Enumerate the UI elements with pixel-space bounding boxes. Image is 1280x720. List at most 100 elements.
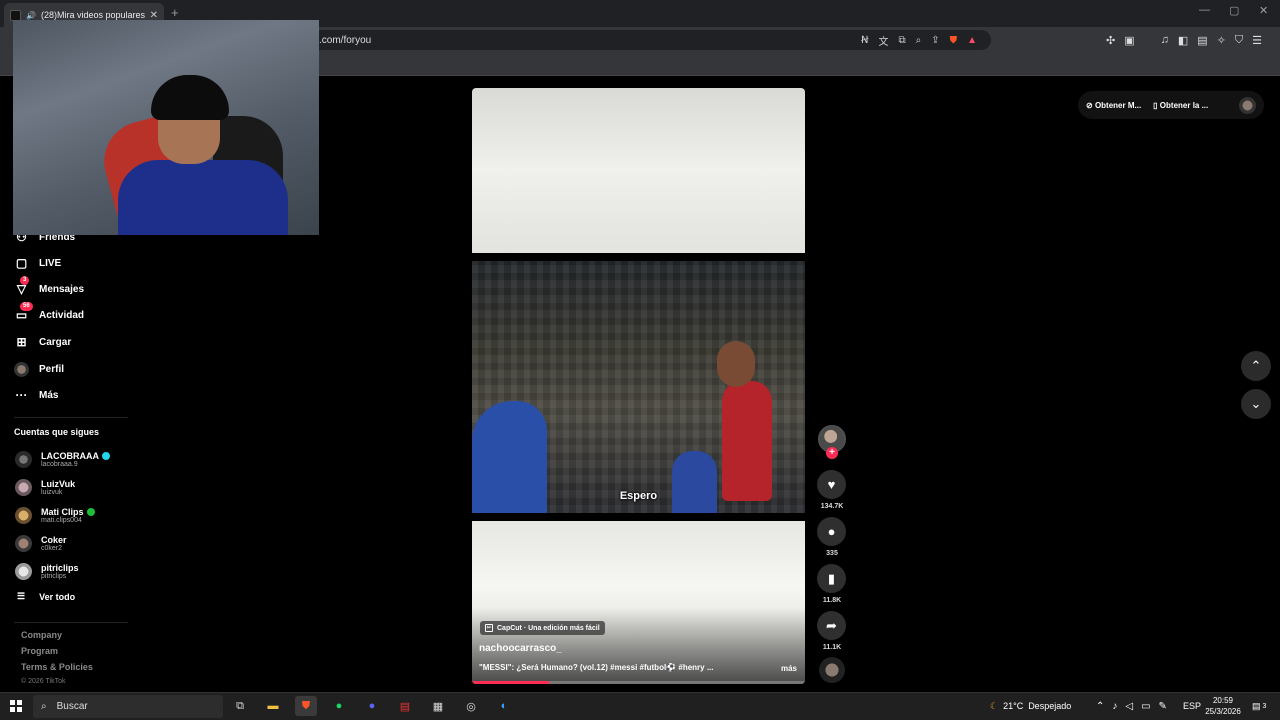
app-icon[interactable]: ▦ [427, 696, 449, 716]
file-explorer-icon[interactable]: ▬ [262, 696, 284, 716]
capcut-tag[interactable]: ✂ CapCut · Una edición más fácil [480, 621, 605, 635]
vpn-icon[interactable]: ⛉ [1235, 34, 1243, 47]
webcam-overlay [13, 20, 319, 235]
obs-icon[interactable]: ◎ [460, 696, 482, 716]
close-window-button[interactable]: ✕ [1259, 4, 1268, 17]
user-avatar[interactable] [1239, 96, 1256, 114]
sidebar-toggle-icon[interactable]: ◧ [1178, 34, 1188, 47]
volume-icon[interactable]: ◁ [1125, 701, 1133, 712]
next-video-button[interactable]: ⌄ [1241, 389, 1271, 419]
following-item[interactable]: LACOBRAAA lacobraaa.9 [15, 447, 110, 471]
sidebar-item-upload[interactable]: ⊞ Cargar [14, 332, 71, 352]
clock-date: 25/3/2026 [1205, 707, 1241, 716]
voicemeeter-icon[interactable]: ▤ [394, 696, 416, 716]
save-button[interactable]: ▮ [817, 564, 846, 593]
see-all-link[interactable]: ☰ Ver todo [17, 591, 75, 602]
taskbar-search[interactable]: ⌕ Buscar [33, 695, 223, 718]
avatar [15, 534, 32, 552]
footer-link-program[interactable]: Program [21, 646, 58, 656]
brave-browser-icon[interactable]: ⛊ [295, 696, 317, 716]
get-app-link-1[interactable]: ⊘ Obtener M... [1086, 101, 1141, 110]
video-progress-fill [472, 681, 549, 684]
minimize-button[interactable]: — [1199, 4, 1210, 16]
video-player-red [722, 381, 772, 501]
spotify-icon[interactable]: ● [328, 696, 350, 716]
pen-icon[interactable]: ✎ [1159, 701, 1167, 712]
heart-icon: ♥ [827, 477, 836, 492]
follow-plus-button[interactable]: + [826, 447, 838, 459]
language-indicator[interactable]: ESP [1183, 696, 1201, 716]
upload-icon: ⊞ [16, 335, 27, 349]
share-icon[interactable]: ⇪ [931, 35, 939, 46]
messages-icon: ▽ 3 [14, 275, 30, 297]
comment-icon: ● [827, 524, 836, 539]
get-app-label-1: Obtener M... [1094, 100, 1142, 110]
avatar [15, 562, 32, 580]
capcut-label: CapCut · Una edición más fácil [497, 624, 600, 632]
sidebar-item-label: Actividad [39, 309, 85, 321]
weather-widget[interactable]: ☾ 21°C Despejado [990, 696, 1071, 716]
music-disc-icon[interactable] [819, 657, 845, 683]
webcam-person-body [118, 160, 288, 235]
following-item[interactable]: Mati Clips mati.clips004 [15, 503, 95, 527]
profile-avatar-icon [14, 361, 29, 377]
brave-shield-icon[interactable]: ⛊ [950, 35, 958, 46]
notification-count: 3 [1262, 702, 1267, 710]
translate-icon[interactable]: 文 [878, 33, 888, 48]
video-player[interactable]: Espero ✂ CapCut · Una edición más fácil … [472, 88, 805, 684]
footer-link-company[interactable]: Company [21, 630, 62, 640]
following-item[interactable]: LuizVuk luizvuk [15, 475, 75, 499]
following-item[interactable]: Coker c0ker2 [15, 531, 67, 555]
brave-rewards-icon[interactable]: ▲ [967, 35, 977, 46]
address-bar[interactable]: .com/foryou Ꞥ 文 ⧉ ⌕ ⇪ ⛊ ▲ [285, 30, 991, 50]
sidebar-item-more[interactable]: ··· Más [14, 385, 59, 405]
open-external-icon[interactable]: ⧉ [898, 35, 905, 46]
sidebar-item-activity[interactable]: ▭ 56 Actividad [14, 301, 85, 325]
more-button[interactable]: más [781, 664, 797, 673]
capcut-app-icon[interactable]: ◐ [493, 696, 515, 716]
network-icon[interactable]: ▭ [1141, 701, 1150, 712]
tab-close-icon[interactable]: ✕ [150, 10, 158, 21]
reader-icon[interactable]: ▣ [1124, 34, 1134, 47]
url-text: .com/foryou [319, 34, 372, 46]
discord-icon[interactable]: ● [361, 696, 383, 716]
sidebar-item-live[interactable]: ▢ LIVE [14, 253, 61, 273]
sidebar-item-label: Mensajes [39, 283, 85, 295]
previous-video-button[interactable]: ⌃ [1241, 351, 1271, 381]
get-app-bar: ⊘ Obtener M... ▯ Obtener la ... [1078, 91, 1264, 119]
no-tracking-icon[interactable]: Ꞥ [861, 35, 868, 46]
task-view-icon[interactable]: ⧉ [229, 696, 251, 716]
video-player-head [717, 341, 755, 387]
like-button[interactable]: ♥ [817, 470, 846, 499]
chevron-up-icon[interactable]: ⌃ [1096, 701, 1104, 712]
list-icon: ☰ [17, 591, 26, 601]
menu-icon[interactable]: ☰ [1252, 34, 1262, 47]
share-arrow-icon: ➦ [826, 617, 837, 633]
windows-start-icon[interactable] [10, 700, 22, 712]
weather-icon: ☾ [990, 700, 999, 711]
like-count: 134.7K [820, 503, 844, 510]
extensions-icon[interactable]: ✣ [1106, 34, 1115, 47]
following-item[interactable]: pitriclips pitriclips [15, 559, 79, 583]
following-name: Coker [41, 534, 67, 545]
comment-button[interactable]: ● [817, 517, 846, 546]
zoom-icon[interactable]: ⌕ [916, 35, 922, 46]
footer-link-terms[interactable]: Terms & Policies [21, 662, 93, 672]
share-button[interactable]: ➦ [817, 611, 846, 640]
music-icon[interactable]: ♫ [1161, 34, 1169, 46]
maximize-button[interactable]: ▢ [1229, 4, 1239, 17]
leo-ai-icon[interactable]: ✧ [1217, 34, 1226, 47]
following-name: Mati Clips [41, 506, 84, 517]
sidebar-item-profile[interactable]: Perfil [14, 359, 64, 379]
video-progress-bar[interactable] [472, 681, 805, 684]
microphone-icon[interactable]: ♪ [1112, 701, 1117, 712]
more-icon: ··· [15, 388, 28, 402]
new-tab-button[interactable]: + [171, 5, 179, 20]
weather-temp: 21°C [1003, 701, 1024, 711]
notifications-button[interactable]: ▤ 3 [1252, 696, 1266, 716]
taskbar-clock[interactable]: 20:59 25/3/2026 [1202, 695, 1244, 717]
get-app-link-2[interactable]: ▯ Obtener la ... [1153, 101, 1208, 110]
sidebar-item-messages[interactable]: ▽ 3 Mensajes [14, 275, 85, 299]
wallet-icon[interactable]: ▤ [1197, 34, 1207, 47]
video-author[interactable]: nachoocarrasco_ [479, 643, 562, 654]
